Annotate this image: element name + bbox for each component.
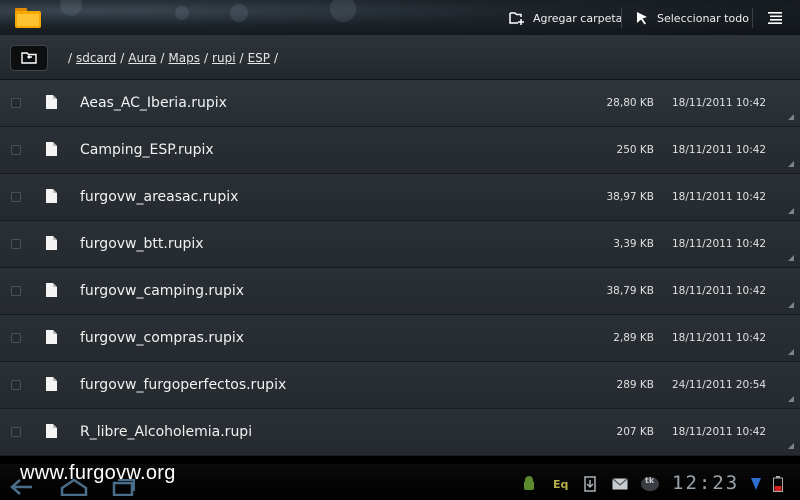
equalizer-label: Eq	[553, 477, 569, 491]
file-icon	[46, 95, 57, 109]
file-name: R_libre_Alcoholemia.rupi	[80, 424, 253, 440]
mail-icon[interactable]	[612, 474, 628, 494]
breadcrumb-separator: /	[120, 51, 125, 65]
row-checkbox[interactable]	[11, 427, 21, 437]
file-name: furgovw_areasac.rupix	[80, 189, 239, 205]
add-folder-label: Agregar carpeta	[533, 11, 623, 25]
row-checkbox[interactable]	[11, 380, 21, 390]
file-icon	[46, 330, 57, 344]
file-row[interactable]: R_libre_Alcoholemia.rupi 207 KB 18/11/20…	[0, 409, 800, 456]
select-all-label: Seleccionar todo	[657, 11, 749, 25]
file-name: furgovw_btt.rupix	[80, 236, 204, 252]
watermark-text: www.furgovw.org	[20, 462, 176, 484]
breadcrumb-item[interactable]: Maps	[168, 51, 200, 65]
overflow-menu-button[interactable]	[768, 0, 790, 36]
bokeh-decoration	[60, 0, 82, 16]
file-size: 38,97 KB	[606, 191, 655, 203]
breadcrumb-item[interactable]: sdcard	[76, 51, 116, 65]
file-size: 207 KB	[616, 426, 654, 438]
add-folder-button[interactable]: Agregar carpeta	[509, 0, 622, 36]
breadcrumb: / sdcard / Aura / Maps / rupi / ESP /	[64, 36, 282, 80]
file-size: 2,89 KB	[613, 332, 654, 344]
status-clock: 12:23	[672, 472, 740, 494]
file-row[interactable]: Camping_ESP.rupix 250 KB 18/11/2011 10:4…	[0, 127, 800, 174]
battery-icon	[773, 474, 783, 494]
breadcrumb-separator: /	[274, 51, 279, 65]
file-row[interactable]: furgovw_btt.rupix 3,39 KB 18/11/2011 10:…	[0, 221, 800, 268]
row-checkbox[interactable]	[11, 145, 21, 155]
file-date: 18/11/2011 10:42	[672, 191, 767, 203]
context-menu-indicator	[788, 208, 794, 214]
bokeh-decoration	[330, 0, 356, 22]
file-list: Aeas_AC_Iberia.rupix 28,80 KB 18/11/2011…	[0, 80, 800, 464]
row-checkbox[interactable]	[11, 192, 21, 202]
file-size: 289 KB	[616, 379, 654, 391]
context-menu-indicator	[788, 443, 794, 449]
file-name: furgovw_furgoperfectos.rupix	[80, 377, 287, 393]
file-row[interactable]: furgovw_camping.rupix 38,79 KB 18/11/201…	[0, 268, 800, 315]
file-icon	[46, 189, 57, 203]
android-icon[interactable]	[522, 474, 536, 494]
row-checkbox[interactable]	[11, 98, 21, 108]
file-date: 24/11/2011 20:54	[672, 379, 767, 391]
breadcrumb-item[interactable]: ESP	[248, 51, 270, 65]
context-menu-indicator	[788, 161, 794, 167]
folder-up-icon	[21, 52, 37, 64]
context-menu-indicator	[788, 255, 794, 261]
tk-label: tk	[645, 476, 655, 485]
breadcrumb-separator: /	[239, 51, 244, 65]
file-name: furgovw_camping.rupix	[80, 283, 245, 299]
breadcrumb-separator: /	[204, 51, 209, 65]
file-icon	[46, 424, 57, 438]
file-size: 250 KB	[616, 144, 654, 156]
file-name: Aeas_AC_Iberia.rupix	[80, 95, 227, 111]
folder-icon[interactable]	[14, 5, 42, 29]
folder-up-button[interactable]	[10, 45, 48, 71]
context-menu-indicator	[788, 396, 794, 402]
file-name: furgovw_compras.rupix	[80, 330, 245, 346]
context-menu-indicator	[788, 114, 794, 120]
toolbar-divider	[752, 8, 753, 28]
breadcrumb-separator: /	[68, 51, 73, 65]
select-all-button[interactable]: Seleccionar todo	[635, 0, 749, 36]
row-checkbox[interactable]	[11, 286, 21, 296]
file-date: 18/11/2011 10:42	[672, 238, 767, 250]
file-size: 38,79 KB	[606, 285, 655, 297]
signal-icon	[750, 474, 762, 494]
row-checkbox[interactable]	[11, 239, 21, 249]
equalizer-indicator[interactable]: Eq	[553, 474, 568, 494]
file-date: 18/11/2011 10:42	[672, 285, 767, 297]
toolbar-divider	[621, 8, 622, 28]
file-icon	[46, 377, 57, 391]
file-row[interactable]: furgovw_areasac.rupix 38,97 KB 18/11/201…	[0, 174, 800, 221]
file-date: 18/11/2011 10:42	[672, 97, 767, 109]
file-row[interactable]: furgovw_compras.rupix 2,89 KB 18/11/2011…	[0, 315, 800, 362]
action-bar: Agregar carpeta Seleccionar todo	[0, 0, 800, 36]
overflow-menu-icon	[768, 12, 782, 24]
file-icon	[46, 283, 57, 297]
file-date: 18/11/2011 10:42	[672, 426, 767, 438]
file-name: Camping_ESP.rupix	[80, 142, 214, 158]
bokeh-decoration	[175, 6, 189, 20]
file-date: 18/11/2011 10:42	[672, 332, 767, 344]
download-icon[interactable]	[584, 474, 596, 494]
context-menu-indicator	[788, 349, 794, 355]
bokeh-decoration	[230, 4, 248, 22]
breadcrumb-item[interactable]: rupi	[212, 51, 236, 65]
file-size: 28,80 KB	[606, 97, 655, 109]
tk-notification[interactable]: tk	[640, 474, 660, 494]
file-icon	[46, 142, 57, 156]
row-checkbox[interactable]	[11, 333, 21, 343]
path-bar: / sdcard / Aura / Maps / rupi / ESP /	[0, 36, 800, 80]
file-date: 18/11/2011 10:42	[672, 144, 767, 156]
file-icon	[46, 236, 57, 250]
add-folder-icon	[509, 12, 524, 25]
context-menu-indicator	[788, 302, 794, 308]
pointer-arrow-icon	[637, 12, 647, 25]
file-row[interactable]: Aeas_AC_Iberia.rupix 28,80 KB 18/11/2011…	[0, 80, 800, 127]
breadcrumb-item[interactable]: Aura	[128, 51, 156, 65]
breadcrumb-separator: /	[160, 51, 165, 65]
file-row[interactable]: furgovw_furgoperfectos.rupix 289 KB 24/1…	[0, 362, 800, 409]
file-size: 3,39 KB	[613, 238, 654, 250]
